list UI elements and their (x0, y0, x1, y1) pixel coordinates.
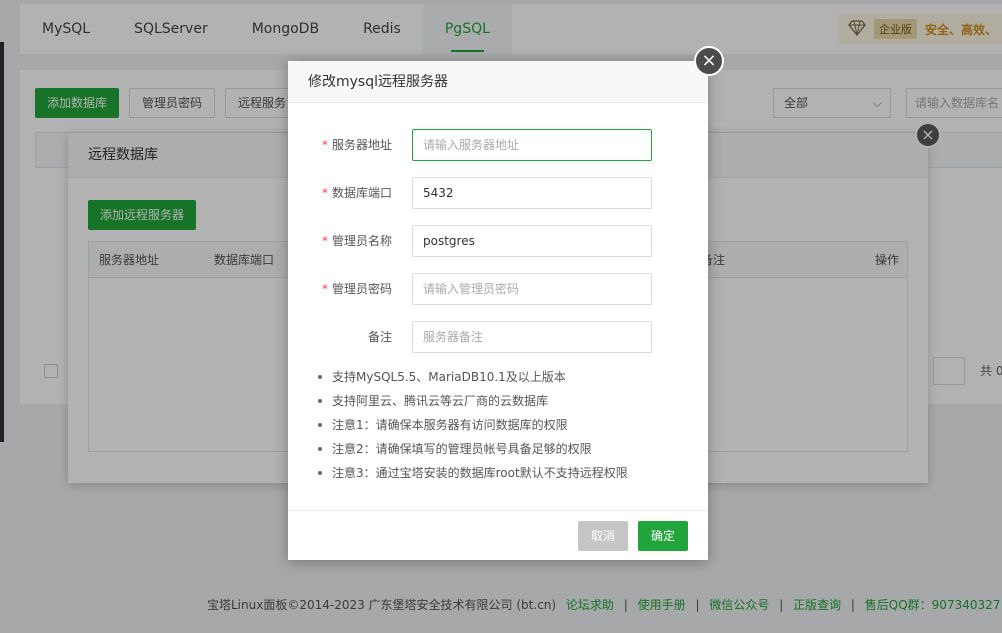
db-port-input[interactable] (412, 177, 652, 209)
help-notes: 支持MySQL5.5、MariaDB10.1及以上版本 支持阿里云、腾讯云等云厂… (316, 367, 628, 487)
form-row-remark: 备注 (288, 321, 708, 369)
server-address-label: * 服务器地址 (321, 138, 392, 152)
note-item: 支持阿里云、腾讯云等云厂商的云数据库 (316, 391, 628, 415)
admin-name-input[interactable] (412, 225, 652, 257)
admin-password-label: * 管理员密码 (321, 282, 392, 296)
form-row-admin-password: * 管理员密码 (288, 273, 708, 321)
modal-title: 修改mysql远程服务器 (288, 61, 708, 103)
remark-input[interactable] (412, 321, 652, 353)
close-icon[interactable]: × (694, 46, 724, 76)
form-row-server-address: * 服务器地址 (288, 129, 708, 177)
server-address-input[interactable] (412, 129, 652, 161)
remark-label: 备注 (367, 330, 392, 344)
admin-password-input[interactable] (412, 273, 652, 305)
form-row-admin-name: * 管理员名称 (288, 225, 708, 273)
note-item: 注意2：请确保填写的管理员帐号具备足够的权限 (316, 439, 628, 463)
edit-remote-server-modal: 修改mysql远程服务器 *服务器地址 *数据库端口 *管理员名称 *管理员密码… (288, 61, 708, 560)
remote-server-form: *服务器地址 *数据库端口 *管理员名称 *管理员密码 备注 (288, 129, 708, 369)
admin-name-label: * 管理员名称 (321, 234, 392, 248)
cancel-button[interactable]: 取消 (578, 521, 628, 551)
form-row-db-port: * 数据库端口 (288, 177, 708, 225)
db-port-label: * 数据库端口 (321, 186, 392, 200)
note-item: 支持MySQL5.5、MariaDB10.1及以上版本 (316, 367, 628, 391)
confirm-button[interactable]: 确定 (638, 521, 688, 551)
modal-footer: 取消 确定 (288, 510, 708, 560)
note-item: 注意3：通过宝塔安装的数据库root默认不支持远程权限 (316, 463, 628, 487)
note-item: 注意1：请确保本服务器有访问数据库的权限 (316, 415, 628, 439)
